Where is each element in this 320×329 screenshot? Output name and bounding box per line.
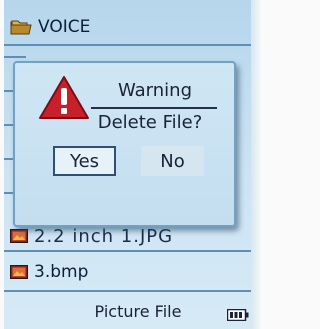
image-file-icon — [10, 229, 28, 243]
folder-icon — [10, 18, 32, 36]
title-divider — [91, 107, 217, 109]
device-screen: VOICE 2.2 inch 1.JPG 3.bmp Warning Delet… — [4, 0, 251, 329]
list-item-voice-folder[interactable]: VOICE — [4, 10, 251, 46]
image-file-icon — [10, 265, 28, 279]
list-item-label: 3.bmp — [34, 262, 89, 282]
device-bezel — [251, 0, 261, 329]
screen-title: Picture File — [94, 302, 182, 321]
no-button[interactable]: No — [141, 146, 204, 176]
list-item-label: 2.2 inch 1.JPG — [34, 225, 174, 247]
list-item-bmp-file[interactable]: 3.bmp — [4, 254, 251, 292]
delete-confirmation-dialog: Warning Delete File? Yes No — [13, 61, 236, 227]
status-bar: Picture File — [4, 292, 251, 329]
yes-button[interactable]: Yes — [53, 146, 116, 176]
dialog-title: Warning — [117, 80, 192, 101]
list-item-label: VOICE — [38, 17, 91, 37]
dialog-message: Delete File? — [97, 112, 203, 133]
battery-icon — [226, 306, 249, 322]
